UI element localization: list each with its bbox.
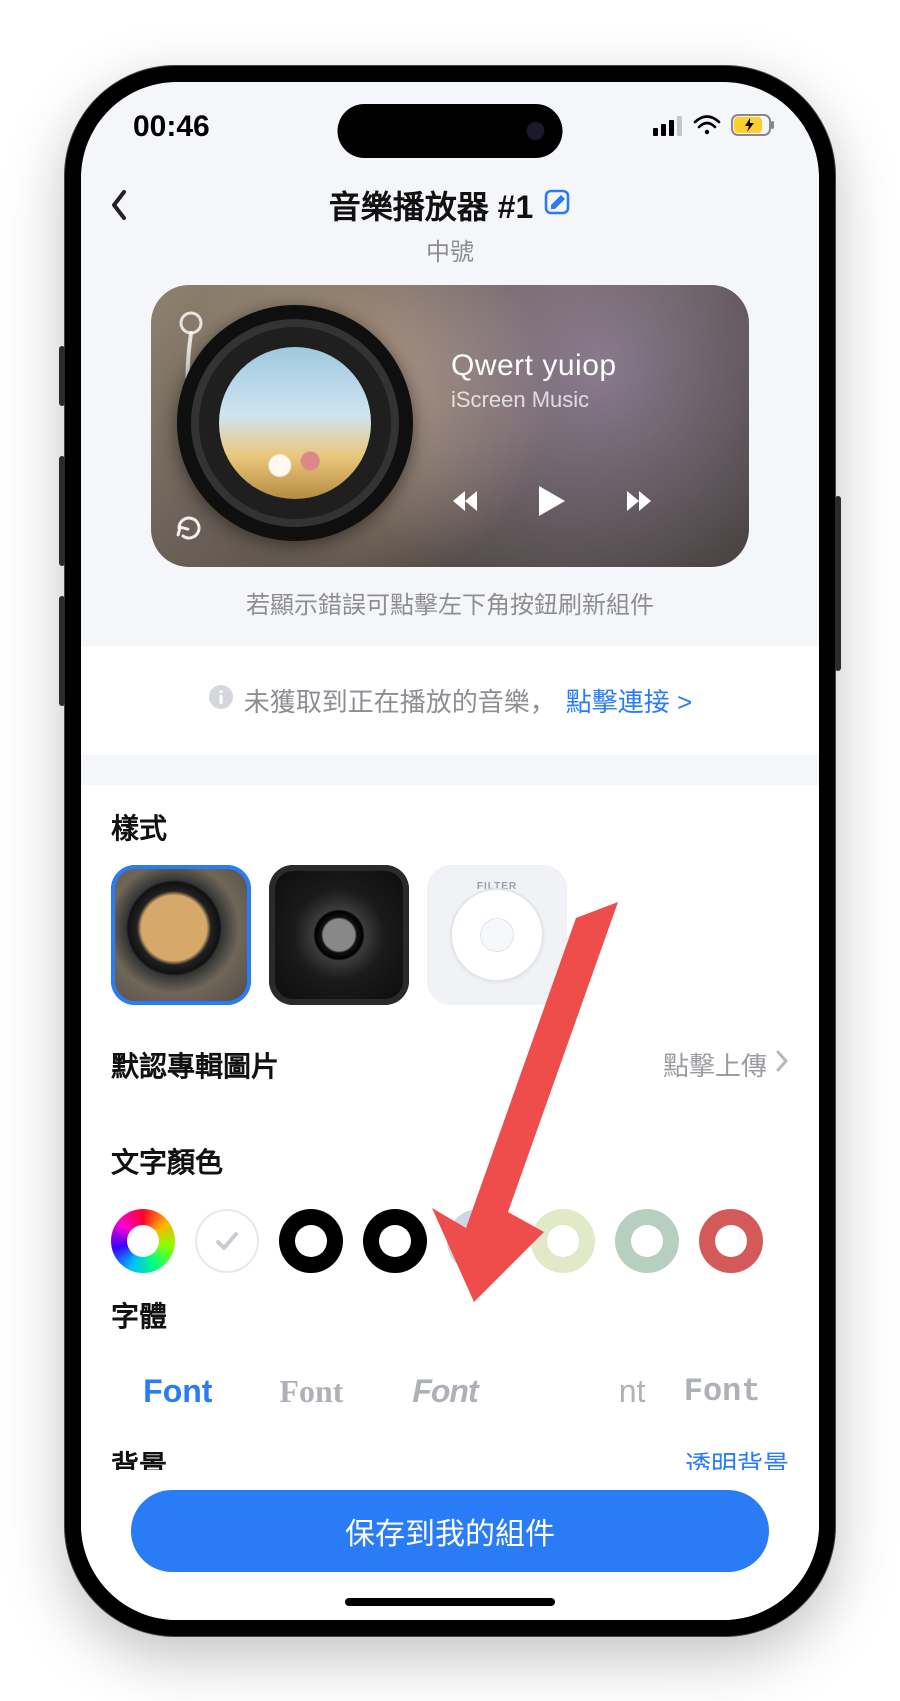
style-option-ipod[interactable]: FILTER bbox=[427, 865, 567, 1005]
style-section: 樣式 FILTER bbox=[81, 785, 819, 1011]
side-button bbox=[835, 496, 841, 671]
section-title-color: 文字顏色 bbox=[111, 1141, 789, 1181]
color-row bbox=[81, 1205, 819, 1273]
color-swatch[interactable] bbox=[615, 1209, 679, 1273]
status-time: 00:46 bbox=[133, 110, 210, 144]
track-info: Qwert yuiop iScreen Music bbox=[451, 349, 617, 413]
side-button bbox=[59, 346, 65, 406]
color-swatch[interactable] bbox=[363, 1209, 427, 1273]
next-icon[interactable] bbox=[625, 487, 653, 520]
save-button[interactable]: 保存到我的組件 bbox=[131, 1490, 769, 1572]
album-image-label: 默認專輯圖片 bbox=[111, 1045, 279, 1085]
track-title: Qwert yuiop bbox=[451, 349, 617, 383]
color-swatch[interactable] bbox=[531, 1209, 595, 1273]
album-art bbox=[219, 347, 371, 499]
side-button bbox=[59, 596, 65, 706]
edit-icon[interactable] bbox=[543, 188, 571, 221]
info-icon bbox=[208, 684, 234, 717]
color-swatch-white[interactable] bbox=[195, 1209, 259, 1273]
album-image-row[interactable]: 默認專輯圖片 點擊上傳 bbox=[81, 1011, 819, 1119]
preview-hint: 若顯示錯誤可點擊左下角按鈕刷新組件 bbox=[81, 567, 819, 646]
check-icon bbox=[195, 1209, 259, 1273]
screen: 00:46 音樂播放器 #1 bbox=[81, 82, 819, 1620]
page-header: 音樂播放器 #1 中號 bbox=[81, 172, 819, 285]
notice-banner[interactable]: 未獲取到正在播放的音樂， 點擊連接 > bbox=[81, 646, 819, 755]
chevron-right-icon bbox=[775, 1049, 789, 1080]
page-subtitle: 中號 bbox=[426, 232, 474, 267]
save-button-label: 保存到我的組件 bbox=[345, 1509, 555, 1553]
wifi-icon bbox=[693, 110, 721, 144]
previous-icon[interactable] bbox=[451, 487, 479, 520]
color-swatch[interactable] bbox=[699, 1209, 763, 1273]
color-swatch[interactable] bbox=[279, 1209, 343, 1273]
vinyl-record bbox=[177, 305, 413, 541]
color-picker-rainbow[interactable] bbox=[111, 1209, 175, 1273]
back-button[interactable] bbox=[109, 182, 149, 227]
color-swatch[interactable] bbox=[447, 1209, 511, 1273]
section-title-style: 樣式 bbox=[111, 807, 789, 847]
notice-text: 未獲取到正在播放的音樂， bbox=[244, 682, 556, 719]
widget-preview: Qwert yuiop iScreen Music bbox=[151, 285, 749, 567]
font-option[interactable]: Font bbox=[245, 1365, 379, 1418]
section-title-font: 字體 bbox=[111, 1295, 789, 1335]
refresh-button[interactable] bbox=[173, 512, 205, 549]
upload-action-text: 點擊上傳 bbox=[663, 1046, 767, 1083]
style-option-vinyl[interactable] bbox=[111, 865, 251, 1005]
font-option[interactable]: Font bbox=[111, 1365, 245, 1418]
text-color-section: 文字顏色 bbox=[81, 1119, 819, 1205]
battery-icon bbox=[731, 110, 775, 144]
ipod-wheel bbox=[450, 888, 544, 982]
font-option[interactable]: Font bbox=[378, 1365, 512, 1418]
play-icon[interactable] bbox=[537, 484, 567, 523]
cellular-icon bbox=[653, 110, 683, 144]
phone-frame: 00:46 音樂播放器 #1 bbox=[65, 66, 835, 1636]
style-option-turntable[interactable] bbox=[269, 865, 409, 1005]
track-subtitle: iScreen Music bbox=[451, 387, 617, 413]
page-title: 音樂播放器 #1 bbox=[329, 182, 534, 228]
notice-link[interactable]: 點擊連接 > bbox=[566, 682, 692, 719]
font-option[interactable]: nt bbox=[512, 1365, 656, 1418]
font-row: Font Font Font nt Font bbox=[81, 1359, 819, 1418]
font-option[interactable]: Font bbox=[655, 1365, 789, 1418]
dynamic-island bbox=[338, 104, 563, 158]
font-section: 字體 bbox=[81, 1273, 819, 1359]
side-button bbox=[59, 456, 65, 566]
home-indicator[interactable] bbox=[345, 1598, 555, 1606]
